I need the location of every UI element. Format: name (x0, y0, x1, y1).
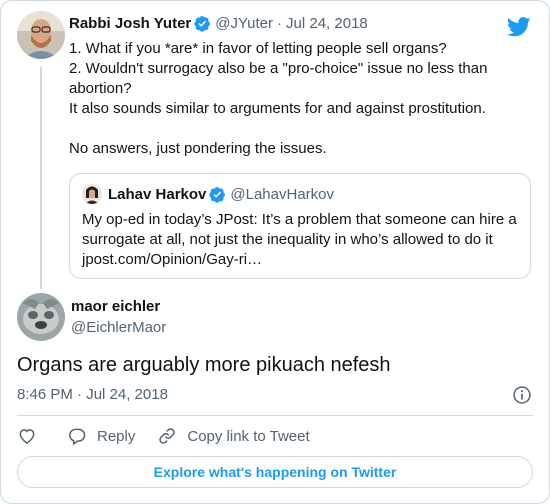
quoted-author-handle: @LahavHarkov (230, 185, 334, 203)
avatar-lahav-harkov (82, 184, 102, 204)
author-name[interactable]: Rabbi Josh Yuter (69, 15, 191, 32)
quoted-text-line-2: surrogate at all, not just the inequalit… (82, 231, 493, 248)
reply-author-handle[interactable]: @EichlerMaor (71, 319, 166, 336)
quoted-tweet[interactable]: Lahav Harkov @LahavHarkov My op-ed in to… (69, 173, 531, 279)
header-separator: · (277, 15, 283, 32)
reply-label: Reply (97, 427, 136, 445)
copy-link-label: Copy link to Tweet (187, 427, 310, 445)
copy-link-button[interactable]: Copy link to Tweet (157, 426, 310, 446)
reply-author-name[interactable]: maor eichler (71, 298, 160, 315)
reply-button[interactable]: Reply (67, 426, 135, 446)
verified-badge-icon (194, 16, 211, 32)
avatar-josh-yuter[interactable] (17, 11, 65, 59)
tweet-embed-card: Rabbi Josh Yuter @JYuter · Jul 24, 2018 … (0, 0, 550, 504)
quoted-tweet-header: Lahav Harkov @LahavHarkov (82, 184, 334, 204)
reply-tweet-text: Organs are arguably more pikuach nefesh (17, 354, 391, 376)
quoted-link[interactable]: jpost.com/Opinion/Gay-ri… (82, 250, 522, 270)
quoted-tweet-text: My op-ed in today’s JPost: It’s a proble… (82, 210, 522, 270)
tweet-date[interactable]: Jul 24, 2018 (286, 15, 368, 32)
quoted-author-name: Lahav Harkov (108, 185, 207, 203)
link-icon (159, 428, 176, 444)
avatar-maor-eichler[interactable] (17, 293, 65, 341)
reply-bubble-icon (69, 428, 86, 446)
parent-tweet-text: 1. What if you *are* in favor of letting… (69, 40, 488, 157)
info-icon[interactable] (512, 385, 532, 405)
thread-connector-line (40, 67, 42, 289)
twitter-bird-icon[interactable] (507, 17, 531, 37)
tweet-actions: Reply Copy link to Tweet (17, 425, 310, 447)
parent-tweet-header: Rabbi Josh Yuter @JYuter · Jul 24, 2018 (69, 15, 368, 32)
explore-twitter-button[interactable]: Explore what's happening on Twitter (17, 456, 533, 488)
quoted-text-line-1: My op-ed in today’s JPost: It’s a proble… (82, 211, 517, 228)
author-handle[interactable]: @JYuter (215, 15, 273, 32)
tweet-timestamp[interactable]: 8:46 PM · Jul 24, 2018 (17, 386, 168, 403)
verified-badge-icon (209, 186, 226, 203)
like-button[interactable] (17, 426, 37, 446)
divider (17, 415, 533, 416)
heart-icon (19, 429, 35, 444)
